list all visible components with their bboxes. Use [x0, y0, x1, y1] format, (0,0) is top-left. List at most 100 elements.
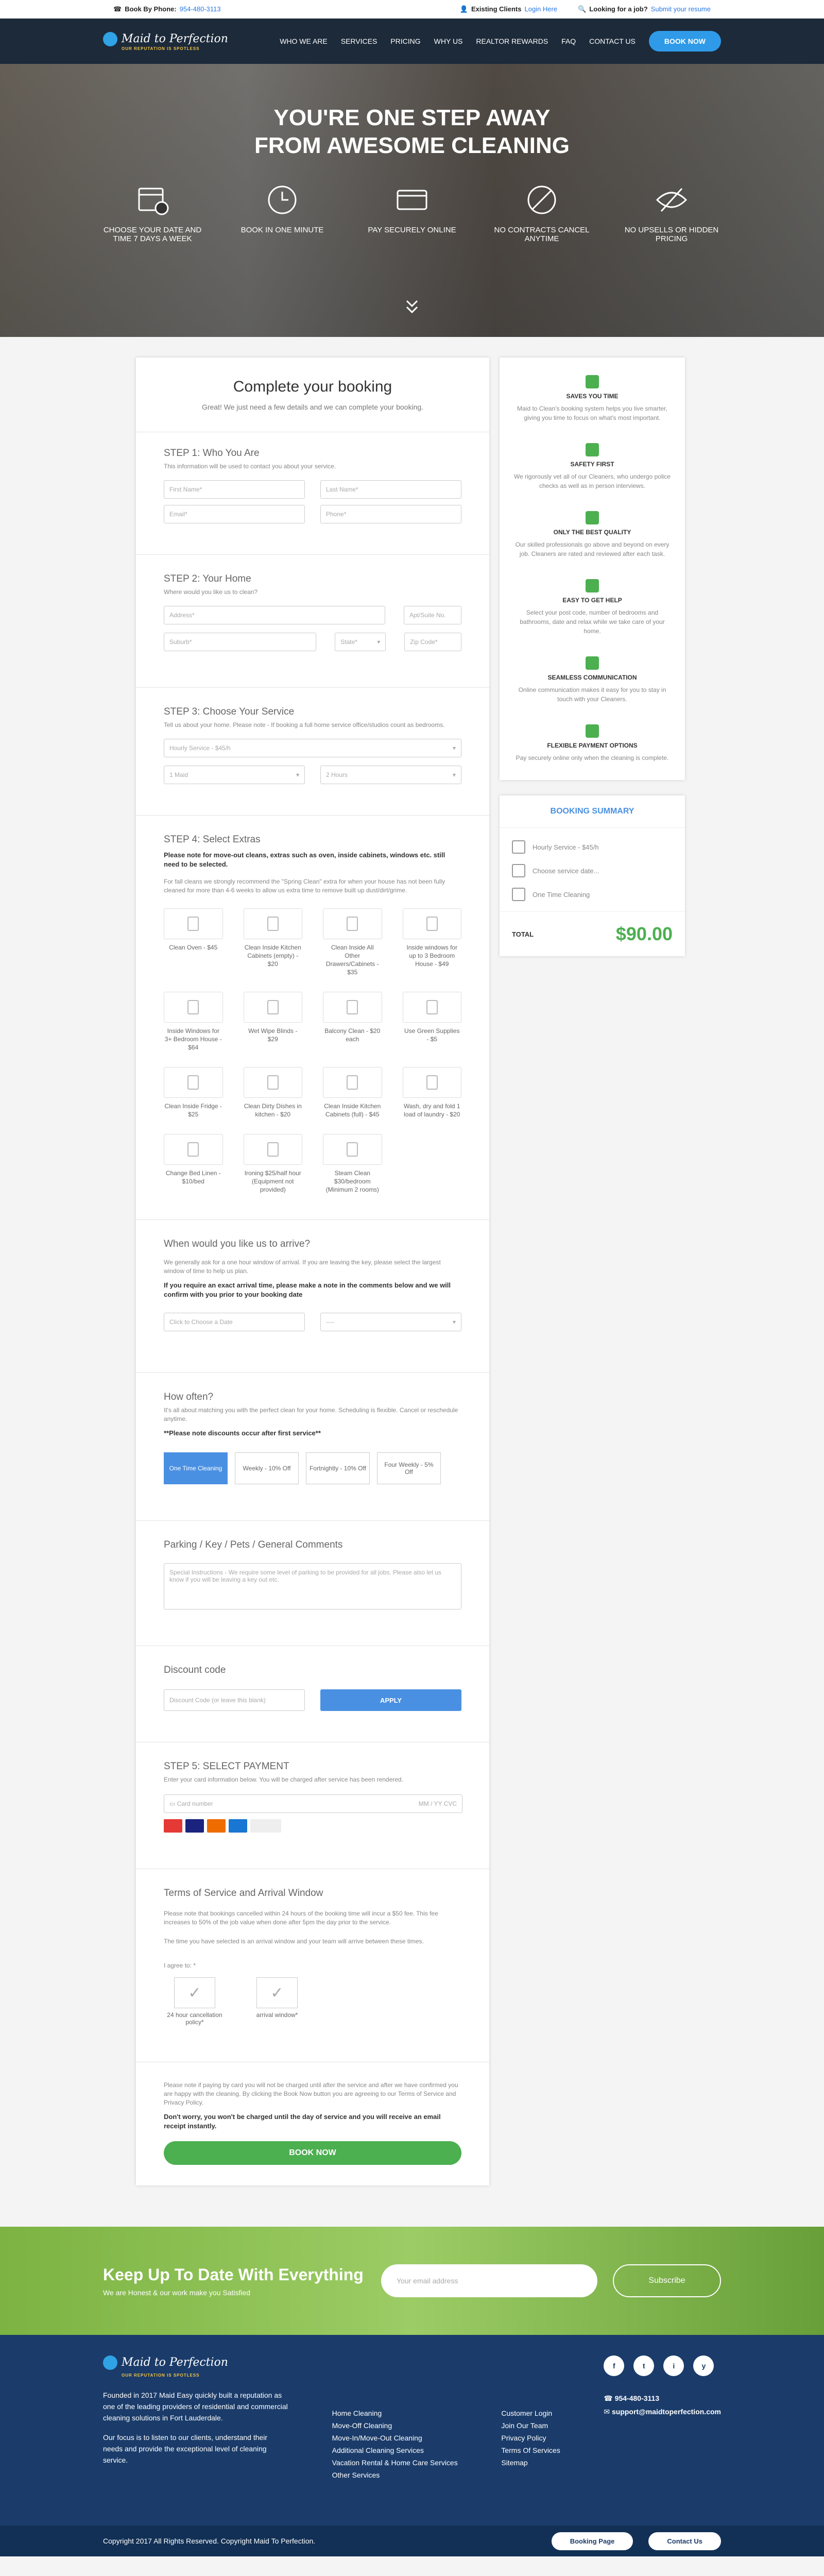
maid-select[interactable]: 1 Maid ▾	[164, 766, 305, 784]
footer-logo[interactable]: Maid to Perfection OUR REPUTATION IS SPOT…	[103, 2355, 288, 2381]
why-desc: Maid to Clean's booking system helps you…	[517, 405, 667, 421]
extra-ironing[interactable]: Ironing $25/half hour (Equipment not pro…	[243, 1134, 302, 1194]
extra-label: Use Green Supplies - $5	[404, 1027, 460, 1043]
why-desc: We rigorously vet all of our Cleaners, w…	[514, 473, 671, 489]
extra-fridge[interactable]: Clean Inside Fridge - $25	[164, 1067, 223, 1118]
footer-link[interactable]: Join Our Team	[501, 2419, 560, 2432]
extra-steam-clean[interactable]: Steam Clean $30/bedroom (Minimum 2 rooms…	[323, 1134, 382, 1194]
footer-phone[interactable]: ☎ 954-480-3113	[604, 2392, 721, 2405]
logo[interactable]: Maid to Perfection OUR REPUTATION IS SPO…	[103, 31, 228, 51]
extra-green[interactable]: Use Green Supplies - $5	[402, 992, 461, 1052]
newsletter-email-input[interactable]: Your email address	[381, 2264, 597, 2297]
footer-link[interactable]: Privacy Policy	[501, 2432, 560, 2444]
contact-us-button[interactable]: Contact Us	[648, 2532, 721, 2550]
cancellation-checkbox[interactable]: ✓ 24 hour cancellation policy*	[164, 1977, 226, 2026]
nav-realtor-rewards[interactable]: REALTOR REWARDS	[476, 37, 548, 45]
zip-input[interactable]: Zip Code*	[404, 633, 462, 651]
footer-link[interactable]: Move-In/Move-Out Cleaning	[332, 2432, 458, 2444]
card-input[interactable]: ▭ Card number MM / YY CVC	[164, 1794, 462, 1813]
subscribe-button[interactable]: Subscribe	[613, 2264, 721, 2297]
home-icon	[512, 840, 525, 854]
login-link[interactable]: Login Here	[524, 5, 557, 13]
instagram-icon[interactable]: i	[663, 2355, 684, 2376]
step4-title: STEP 4: Select Extras	[164, 834, 261, 845]
footer-link[interactable]: Move-Off Cleaning	[332, 2419, 458, 2432]
checkbox-label: 24 hour cancellation policy*	[167, 2011, 222, 2026]
nav-contact-us[interactable]: CONTACT US	[589, 37, 636, 45]
footer-phone-text: 954-480-3113	[614, 2394, 660, 2402]
footer-link[interactable]: Additional Cleaning Services	[332, 2444, 458, 2456]
address-input[interactable]: Address*	[164, 606, 385, 624]
footer-link[interactable]: Other Services	[332, 2469, 458, 2481]
no-icon	[527, 185, 556, 214]
arrival-window-checkbox[interactable]: ✓ arrival window*	[246, 1977, 308, 2026]
extra-dishes[interactable]: Clean Dirty Dishes in kitchen - $20	[243, 1067, 302, 1118]
phone-link[interactable]: 954-480-3113	[180, 5, 221, 13]
calendar-icon	[138, 188, 169, 215]
extra-laundry[interactable]: Wash, dry and fold 1 load of laundry - $…	[402, 1067, 461, 1118]
extra-balcony[interactable]: Balcony Clean - $20 each	[323, 992, 382, 1052]
job-label: Looking for a job?	[589, 5, 648, 13]
freq-one-time[interactable]: One Time Cleaning	[164, 1452, 228, 1484]
extra-label: Clean Dirty Dishes in kitchen - $20	[244, 1103, 302, 1118]
mail-icon: ✉	[604, 2408, 612, 2416]
comments-textarea[interactable]: Special Instructions - We require some l…	[164, 1563, 461, 1609]
footer-link[interactable]: Customer Login	[501, 2407, 560, 2419]
extra-windows-small[interactable]: Inside windows for up to 3 Bedroom House…	[402, 908, 461, 976]
phone-icon: ☎	[604, 2394, 615, 2402]
book-now-button[interactable]: BOOK NOW	[648, 31, 721, 52]
date-picker[interactable]: Click to Choose a Date	[164, 1313, 305, 1331]
footer-link[interactable]: Terms Of Services	[501, 2444, 560, 2456]
why-title: SAFETY FIRST	[570, 461, 614, 468]
extra-label: Balcony Clean - $20 each	[324, 1027, 381, 1043]
facebook-icon[interactable]: f	[604, 2355, 625, 2376]
why-title: ONLY THE BEST QUALITY	[553, 529, 631, 536]
footer-link[interactable]: Home Cleaning	[332, 2407, 458, 2419]
apply-button[interactable]: APPLY	[320, 1689, 461, 1711]
extra-blinds[interactable]: Wet Wipe Blinds - $29	[243, 992, 302, 1052]
frequency-section: How often? It's all about matching you w…	[136, 1373, 489, 1521]
comments-title: Parking / Key / Pets / General Comments	[164, 1539, 343, 1550]
nav-who-we-are[interactable]: WHO WE ARE	[280, 37, 328, 45]
nav-services[interactable]: SERVICES	[341, 37, 377, 45]
resume-link[interactable]: Submit your resume	[651, 5, 711, 13]
nav-why-us[interactable]: WHY US	[434, 37, 463, 45]
youtube-icon[interactable]: y	[693, 2355, 714, 2376]
nav-faq[interactable]: FAQ	[561, 37, 576, 45]
extra-kitchen-cabinets-full[interactable]: Clean Inside Kitchen Cabinets (full) - $…	[323, 1067, 382, 1118]
extra-windows-large[interactable]: Inside Windows for 3+ Bedroom House - $6…	[164, 992, 223, 1052]
discount-input[interactable]: Discount Code (or leave this blank)	[164, 1689, 305, 1711]
twitter-icon[interactable]: t	[633, 2355, 655, 2376]
dishes-icon	[267, 1075, 279, 1090]
book-now-submit-button[interactable]: BOOK NOW	[164, 2141, 461, 2165]
extra-label: Clean Inside All Other Drawers/Cabinets …	[325, 944, 379, 976]
copyright-bar: Copyright 2017 All Rights Reserved. Copy…	[0, 2526, 824, 2556]
suburb-input[interactable]: Suburb*	[164, 633, 317, 651]
phone-input[interactable]: Phone*	[320, 505, 461, 523]
extra-drawers[interactable]: Clean Inside All Other Drawers/Cabinets …	[323, 908, 382, 976]
last-name-input[interactable]: Last Name*	[320, 480, 461, 499]
footer-link[interactable]: Sitemap	[501, 2456, 560, 2469]
page-title: Complete your booking	[233, 378, 392, 395]
amex-icon	[229, 1819, 247, 1833]
footer-link[interactable]: Vacation Rental & Home Care Services	[332, 2456, 458, 2469]
freq-fortnightly[interactable]: Fortnightly - 10% Off	[306, 1452, 370, 1484]
freq-weekly[interactable]: Weekly - 10% Off	[235, 1452, 299, 1484]
footer-email[interactable]: ✉ support@maidtoperfection.com	[604, 2405, 721, 2418]
nav-pricing[interactable]: PRICING	[390, 37, 420, 45]
window-icon	[426, 917, 438, 931]
summary-service-label: Hourly Service - $45/h	[533, 843, 599, 851]
extra-oven[interactable]: Clean Oven - $45	[164, 908, 223, 976]
booking-page-button[interactable]: Booking Page	[551, 2532, 633, 2550]
service-select[interactable]: Hourly Service - $45/h ▾	[164, 739, 461, 757]
chevron-down-icon[interactable]	[402, 296, 422, 316]
first-name-input[interactable]: First Name*	[164, 480, 305, 499]
extra-kitchen-cabinets-empty[interactable]: Clean Inside Kitchen Cabinets (empty) - …	[243, 908, 302, 976]
email-input[interactable]: Email*	[164, 505, 305, 523]
time-select[interactable]: ---- ▾	[320, 1313, 461, 1331]
hours-select[interactable]: 2 Hours ▾	[320, 766, 461, 784]
extra-bed-linen[interactable]: Change Bed Linen - $10/bed	[164, 1134, 223, 1194]
suite-input[interactable]: Apt/Suite No.	[404, 606, 461, 624]
freq-four-weekly[interactable]: Four Weekly - 5% Off	[377, 1452, 441, 1484]
state-select[interactable]: State* ▾	[335, 633, 386, 651]
